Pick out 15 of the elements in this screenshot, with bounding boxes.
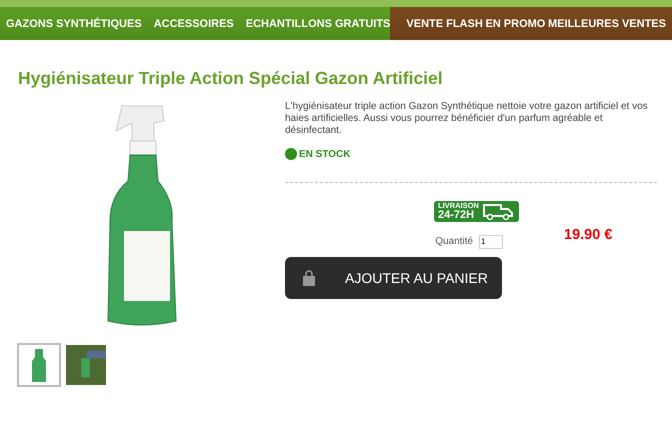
nav-link[interactable]: GAZONS SYNTHÉTIQUES	[6, 18, 142, 30]
quantity-field[interactable]: 1	[479, 234, 503, 248]
quantity-label: Quantité	[435, 236, 473, 247]
nav-link[interactable]: ECHANTILLONS GRATUITS	[246, 18, 390, 30]
product-title: Hygiénisateur Triple Action Spécial Gazon Artificiel	[18, 68, 444, 89]
stock-status: EN STOCK	[299, 148, 350, 160]
nav-link[interactable]: EN PROMO	[485, 18, 546, 30]
nav-link[interactable]: ACCESSOIRES	[154, 18, 234, 30]
price: 19.90 €	[564, 226, 612, 243]
add-to-cart-button[interactable]: AJOUTER AU PANIER	[285, 256, 502, 298]
nav-link[interactable]: MEILLEURES VENTES	[548, 18, 666, 30]
product-description: L'hygiénisateur triple action Gazon Synthétique nettoie votre gazon artificiel et vos haies artificielles. Aussi vous pourrez bénéficier d'un parfum agréable et désinfectant.	[285, 101, 649, 137]
thumbnail[interactable]	[17, 343, 61, 387]
thumbnail[interactable]	[64, 343, 108, 387]
nav-link[interactable]: VENTE FLASH	[406, 18, 483, 30]
